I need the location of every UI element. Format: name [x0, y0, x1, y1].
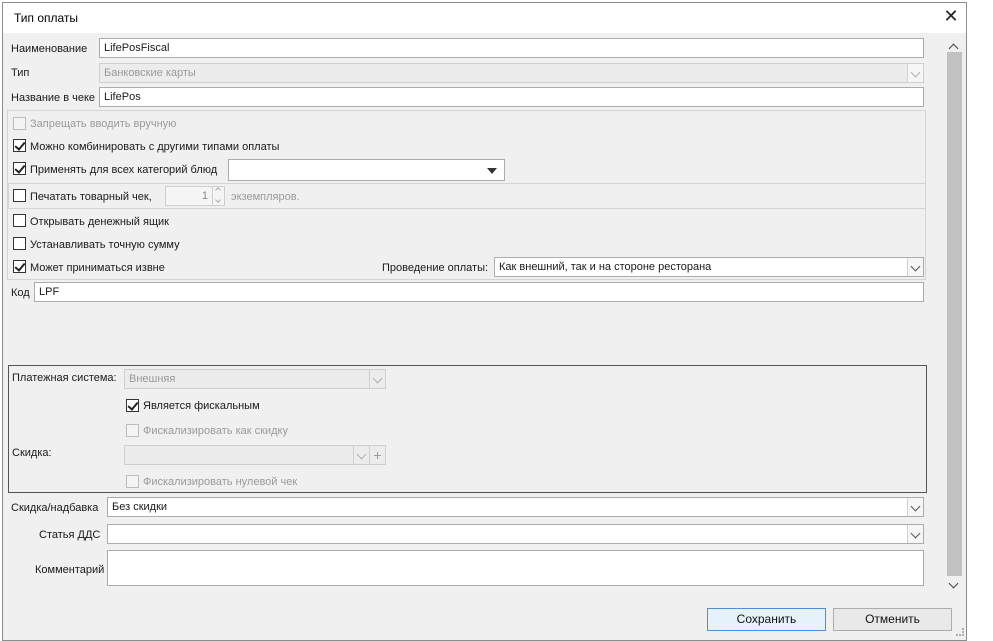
copies-value: 1 — [201, 190, 208, 202]
resize-grip-icon[interactable] — [956, 628, 964, 636]
discount-markup-select[interactable]: Без скидки — [107, 497, 924, 517]
exact-sum-label: Устанавливать точную сумму — [30, 239, 180, 251]
scrollbar-thumb[interactable] — [947, 52, 962, 576]
dds-article-select[interactable] — [107, 524, 924, 544]
dialog-title: Тип оплаты — [14, 11, 79, 25]
external-label: Может приниматься извне — [30, 262, 165, 274]
chevron-down-icon — [353, 446, 369, 464]
dropdown-arrow-icon — [487, 168, 497, 174]
forbid-manual-label: Запрещать вводить вручную — [30, 118, 177, 130]
check-icon — [14, 162, 26, 174]
copies-spinner[interactable]: 1 — [165, 186, 225, 206]
processing-select[interactable]: Как внешний, так и на стороне ресторана — [494, 257, 924, 277]
processing-select-value: Как внешний, так и на стороне ресторана — [499, 261, 712, 273]
type-label: Тип — [11, 67, 30, 79]
type-select-value: Банковские карты — [104, 67, 196, 79]
exact-sum-checkbox[interactable] — [13, 237, 26, 250]
dds-article-label: Статья ДДС — [39, 529, 101, 541]
processing-label: Проведение оплаты: — [382, 262, 489, 274]
payment-system-value: Внешняя — [129, 373, 176, 385]
scroll-down-icon[interactable] — [948, 576, 959, 590]
cancel-button[interactable]: Отменить — [833, 608, 952, 631]
fiscalize-discount-checkbox[interactable] — [126, 424, 139, 437]
chevron-down-icon — [907, 258, 923, 276]
payment-system-label: Платежная система: — [12, 372, 117, 384]
code-input[interactable]: LPF — [34, 282, 924, 302]
discount-markup-value: Без скидки — [112, 501, 168, 513]
fiscalize-zero-label: Фискализировать нулевой чек — [143, 476, 298, 488]
print-receipt-label: Печатать товарный чек, — [30, 191, 152, 203]
receipt-name-input[interactable]: LifePos — [99, 87, 924, 107]
combine-checkbox[interactable] — [13, 139, 26, 152]
save-button[interactable]: Сохранить — [707, 608, 826, 631]
check-icon — [127, 399, 139, 411]
comment-label: Комментарий — [35, 564, 105, 576]
payment-system-select[interactable]: Внешняя — [124, 369, 386, 389]
open-drawer-checkbox[interactable] — [13, 214, 26, 227]
all-categories-label: Применять для всех категорий блюд — [30, 164, 218, 176]
name-label: Наименование — [11, 43, 88, 55]
chevron-down-icon — [369, 370, 385, 388]
close-icon[interactable]: ✕ — [940, 5, 962, 27]
categories-dropdown[interactable] — [228, 159, 505, 181]
name-input[interactable]: LifePosFiscal — [99, 38, 924, 58]
chevron-down-icon — [907, 64, 923, 82]
discount-select[interactable] — [124, 445, 370, 465]
add-discount-plus-icon[interactable]: + — [369, 445, 386, 465]
copies-suffix: экземпляров. — [231, 191, 300, 203]
is-fiscal-label: Является фискальным — [143, 400, 260, 412]
check-icon — [14, 139, 26, 151]
spinner-arrows-icon[interactable] — [212, 187, 224, 205]
comment-textarea[interactable] — [107, 550, 924, 586]
all-categories-checkbox[interactable] — [13, 162, 26, 175]
type-select[interactable]: Банковские карты — [99, 63, 924, 83]
check-icon — [14, 260, 26, 272]
discount-markup-label: Скидка/надбавка — [11, 502, 99, 514]
print-receipt-checkbox[interactable] — [13, 189, 26, 202]
external-checkbox[interactable] — [13, 260, 26, 273]
chevron-down-icon — [907, 525, 923, 543]
forbid-manual-checkbox[interactable] — [13, 117, 26, 130]
title-bar — [3, 3, 966, 33]
discount-label: Скидка: — [12, 447, 52, 459]
fiscalize-zero-checkbox[interactable] — [126, 475, 139, 488]
receipt-name-label: Название в чеке — [11, 92, 96, 104]
combine-label: Можно комбинировать с другими типами опл… — [30, 141, 280, 153]
fiscalize-discount-label: Фискализировать как скидку — [143, 425, 288, 437]
code-label: Код — [11, 287, 30, 299]
is-fiscal-checkbox[interactable] — [126, 399, 139, 412]
open-drawer-label: Открывать денежный ящик — [30, 216, 169, 228]
chevron-down-icon — [907, 498, 923, 516]
